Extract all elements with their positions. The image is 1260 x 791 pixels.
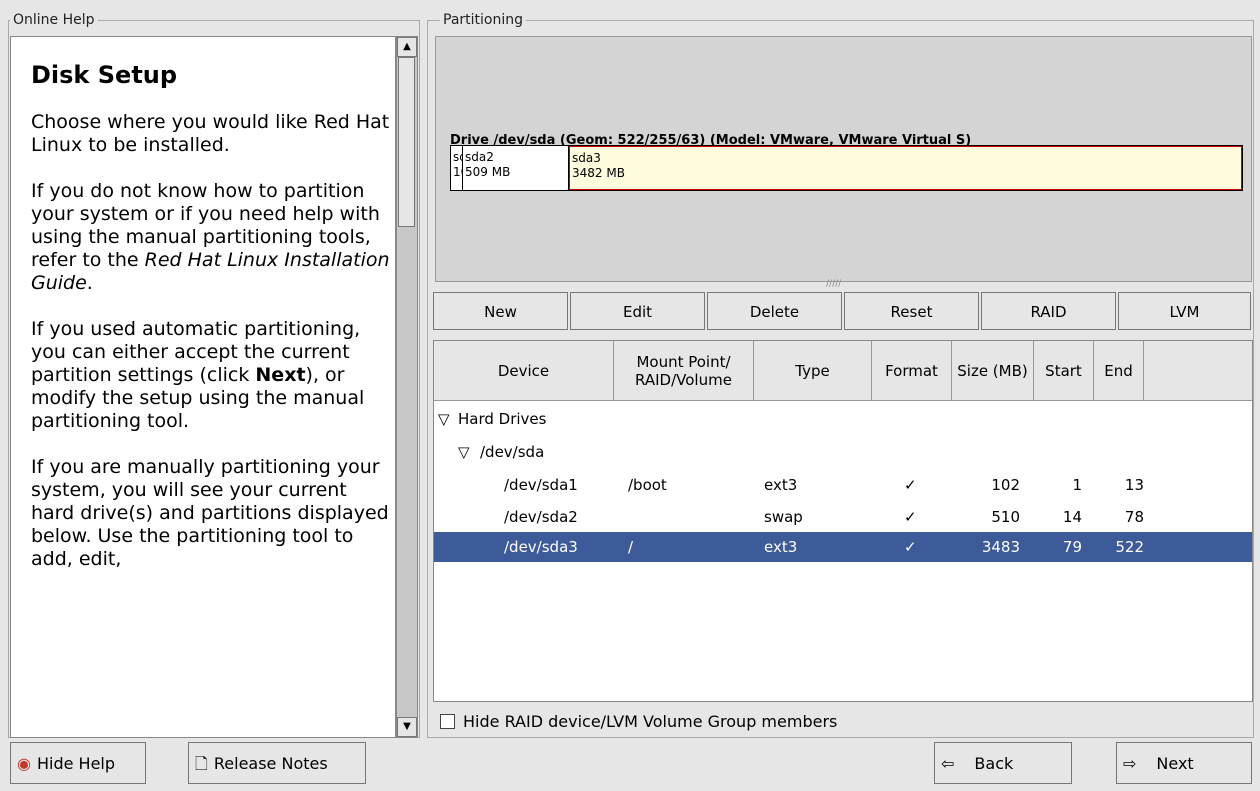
lifebuoy-icon: ◉	[17, 754, 31, 773]
column-header-mount-point[interactable]: Mount Point/ RAID/Volume	[614, 341, 754, 401]
document-icon: 🗋	[195, 754, 208, 773]
help-p2-end: .	[86, 272, 93, 294]
segment-size: 3482 MB	[572, 166, 625, 180]
column-header-type[interactable]: Type	[754, 341, 872, 401]
column-header-size[interactable]: Size (MB)	[952, 341, 1034, 401]
expander-down-icon[interactable]: ▽	[458, 443, 470, 461]
help-frame-label: Online Help	[10, 12, 98, 28]
release-notes-label: Release Notes	[213, 754, 328, 773]
help-title: Disk Setup	[31, 61, 178, 89]
next-label: Next	[1156, 754, 1194, 773]
cell-size: 3483	[981, 538, 1020, 556]
table-row-selected[interactable]: /dev/sda3 / ext3 ✓ 3483 79 522	[434, 532, 1252, 562]
cell-size: 102	[991, 476, 1020, 494]
help-scrollbar[interactable]: ▲ ▼	[396, 36, 418, 738]
drive-label: /dev/sda	[480, 443, 545, 461]
check-icon: ✓	[904, 476, 917, 494]
hide-help-button[interactable]: ◉ Hide Help	[10, 742, 146, 784]
next-ref: Next	[255, 364, 306, 386]
scroll-down-icon[interactable]: ▼	[397, 717, 417, 737]
release-notes-button[interactable]: 🗋 Release Notes	[188, 742, 366, 784]
raid-button[interactable]: RAID	[981, 292, 1116, 330]
drive-bar: sd 10 sda2 509 MB sda3 3482 MB	[450, 145, 1243, 191]
back-label: Back	[974, 754, 1014, 773]
partition-segment-sda2[interactable]: sda2 509 MB	[463, 146, 569, 190]
next-arrow-icon: ⇨	[1123, 754, 1137, 773]
column-header-format[interactable]: Format	[872, 341, 952, 401]
cell-end: 78	[1124, 508, 1144, 526]
segment-size: 509 MB	[465, 165, 511, 179]
cell-mount: /	[628, 538, 634, 556]
check-icon: ✓	[904, 508, 917, 526]
drive-map-area: Drive /dev/sda (Geom: 522/255/63) (Model…	[435, 36, 1252, 289]
cell-device: /dev/sda2	[504, 508, 578, 526]
scroll-thumb[interactable]	[398, 57, 415, 227]
segment-size: 10	[453, 165, 462, 179]
table-row[interactable]: /dev/sda2 swap ✓ 510 14 78	[434, 502, 1252, 532]
column-header-device[interactable]: Device	[434, 341, 614, 401]
group-label: Hard Drives	[458, 410, 547, 428]
partition-toolbar: New Edit Delete Reset RAID LVM	[433, 292, 1251, 332]
cell-end: 13	[1124, 476, 1144, 494]
cell-size: 510	[991, 508, 1020, 526]
tree-row-drive[interactable]: ▽ /dev/sda	[434, 437, 1252, 467]
column-header-end[interactable]: End	[1094, 341, 1144, 401]
help-paragraph-2: If you do not know how to partition your…	[31, 180, 391, 295]
help-text-area: Disk Setup Choose where you would like R…	[10, 36, 396, 738]
cell-device: /dev/sda3	[504, 538, 578, 556]
help-paragraph-3: If you used automatic partitioning, you …	[31, 318, 391, 433]
partitioning-frame-label: Partitioning	[440, 12, 526, 28]
segment-label: sd	[453, 150, 462, 164]
pane-resize-grip[interactable]: /////	[826, 279, 841, 289]
cell-start: 14	[1062, 508, 1082, 526]
reset-button[interactable]: Reset	[844, 292, 979, 330]
next-button[interactable]: ⇨ Next	[1116, 742, 1252, 784]
new-button[interactable]: New	[433, 292, 568, 330]
segment-label: sda3	[572, 151, 601, 165]
back-button[interactable]: ⇦ Back	[934, 742, 1072, 784]
hide-raid-checkbox[interactable]: Hide RAID device/LVM Volume Group member…	[440, 712, 837, 731]
hide-raid-label: Hide RAID device/LVM Volume Group member…	[463, 712, 838, 731]
scroll-up-icon[interactable]: ▲	[397, 37, 417, 57]
table-row[interactable]: /dev/sda1 /boot ext3 ✓ 102 1 13	[434, 470, 1252, 500]
cell-type: swap	[764, 508, 803, 526]
cell-type: ext3	[764, 538, 798, 556]
segment-label: sda2	[465, 150, 494, 164]
help-paragraph-4: If you are manually partitioning your sy…	[31, 456, 389, 570]
back-arrow-icon: ⇦	[941, 754, 955, 773]
cell-end: 522	[1115, 538, 1144, 556]
partition-table: Device Mount Point/ RAID/Volume Type For…	[433, 340, 1253, 702]
checkbox-box[interactable]	[440, 714, 455, 729]
cell-type: ext3	[764, 476, 798, 494]
cell-start: 79	[1062, 538, 1082, 556]
check-icon: ✓	[904, 538, 917, 556]
hide-help-label: Hide Help	[36, 754, 116, 773]
delete-button[interactable]: Delete	[707, 292, 842, 330]
tree-row-hard-drives[interactable]: ▽ Hard Drives	[434, 404, 1252, 434]
partition-segment-sda1[interactable]: sd 10	[451, 146, 463, 190]
cell-start: 1	[1072, 476, 1082, 494]
edit-button[interactable]: Edit	[570, 292, 705, 330]
column-header-start[interactable]: Start	[1034, 341, 1094, 401]
lvm-button[interactable]: LVM	[1118, 292, 1251, 330]
partition-segment-sda3[interactable]: sda3 3482 MB	[569, 146, 1242, 190]
help-paragraph-1: Choose where you would like Red Hat Linu…	[31, 111, 390, 156]
cell-mount: /boot	[628, 476, 667, 494]
column-header-filler	[1144, 341, 1252, 401]
cell-device: /dev/sda1	[504, 476, 578, 494]
expander-down-icon[interactable]: ▽	[438, 410, 450, 428]
